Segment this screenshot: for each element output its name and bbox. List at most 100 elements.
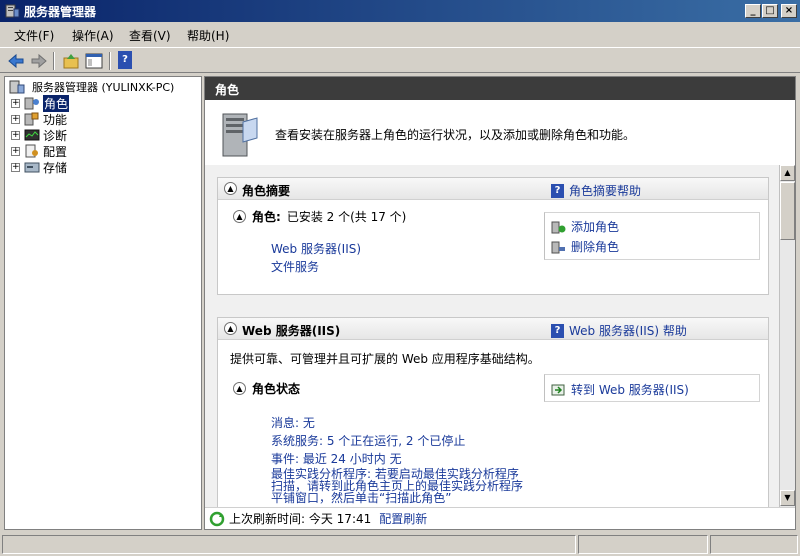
messages-link[interactable]: 消息: 无 [271, 414, 315, 431]
remove-roles-icon [551, 241, 565, 253]
tree-root-server-manager[interactable]: 服务器管理器 (YULINXK-PC) [9, 79, 174, 95]
tree-item-label: 功能 [43, 112, 68, 127]
system-services-link[interactable]: 系统服务: 5 个正在运行, 2 个已停止 [271, 432, 465, 449]
forward-arrow-icon[interactable] [29, 51, 49, 71]
menu-bar: 文件(F) 操作(A) 查看(V) 帮助(H) [0, 24, 800, 46]
collapse-icon[interactable]: ▲ [224, 182, 237, 195]
tree-item-label: 角色 [43, 94, 70, 112]
expand-icon[interactable]: + [11, 130, 20, 140]
toolbar-separator [53, 52, 55, 70]
collapse-icon[interactable]: ▲ [233, 382, 246, 395]
menu-help[interactable]: 帮助(H) [187, 27, 229, 44]
configuration-icon [25, 144, 38, 158]
status-bar-cell [2, 535, 576, 554]
configure-refresh-link[interactable]: 配置刷新 [379, 510, 427, 527]
events-link[interactable]: 事件: 最近 24 小时内 无 [271, 450, 402, 467]
action-label: 添加角色 [571, 220, 620, 234]
tree-item-storage[interactable]: + 存储 [11, 159, 67, 175]
diagnostics-icon [24, 129, 40, 141]
role-link-web-server[interactable]: Web 服务器(IIS) [271, 240, 361, 257]
content-pane: 角色 查看安装在服务器上角色的运行状况，以及添加或删除角色和功能。 ▲ 角色摘要… [204, 76, 796, 530]
roles-installed-count: 已安装 2 个(共 17 个) [286, 210, 407, 224]
show-hide-console-tree-icon[interactable] [84, 51, 104, 71]
bpa-link-line3[interactable]: 平铺窗口，然后单击“扫描此角色” [271, 492, 451, 504]
help-link-label: 角色摘要帮助 [569, 184, 642, 198]
tree-item-roles[interactable]: + 角色 [11, 94, 70, 112]
minimize-button[interactable]: _ [745, 4, 761, 18]
status-bar-cell [578, 535, 708, 554]
expand-icon[interactable]: + [11, 98, 20, 108]
window-title: 服务器管理器 [24, 5, 97, 19]
goto-web-server-link[interactable]: 转到 Web 服务器(IIS) [551, 381, 689, 398]
tree-item-label: 诊断 [43, 128, 68, 143]
last-refresh-text: 上次刷新时间: 今天 17:41 [229, 512, 372, 526]
roles-label: 角色: [252, 210, 281, 224]
roles-summary-help-link[interactable]: ? 角色摘要帮助 [551, 182, 641, 199]
up-folder-icon[interactable] [61, 51, 81, 71]
collapse-icon[interactable]: ▲ [233, 210, 246, 223]
tree-root-label: 服务器管理器 (YULINXK-PC) [32, 81, 175, 94]
page-title: 角色 [205, 77, 795, 100]
title-bar: 服务器管理器 _ □ × [0, 0, 800, 22]
menu-action[interactable]: 操作(A) [72, 27, 114, 44]
section-title: Web 服务器(IIS) [242, 324, 341, 338]
toolbar-separator [109, 52, 111, 70]
refresh-icon[interactable] [209, 511, 225, 527]
action-label: 转到 Web 服务器(IIS) [571, 383, 689, 397]
menu-file[interactable]: 文件(F) [14, 27, 54, 44]
expand-icon[interactable]: + [11, 114, 20, 124]
tree-item-label: 配置 [43, 144, 68, 159]
section-header: ▲ Web 服务器(IIS) ? Web 服务器(IIS) 帮助 [218, 318, 768, 340]
toolbar: ? [0, 47, 800, 73]
expand-icon[interactable]: + [11, 146, 20, 156]
scroll-thumb[interactable] [780, 182, 795, 240]
expand-icon[interactable]: + [11, 162, 20, 172]
roles-actions-panel: 添加角色 删除角色 [544, 212, 760, 260]
web-server-description: 提供可靠、可管理并且可扩展的 Web 应用程序基础结构。 [230, 352, 540, 366]
console-tree: 服务器管理器 (YULINXK-PC) + 角色 + 功能 + 诊断 + 配置 [4, 76, 202, 530]
tree-item-label: 存储 [43, 160, 68, 175]
roles-icon [24, 97, 39, 110]
collapse-icon[interactable]: ▲ [224, 322, 237, 335]
back-arrow-icon[interactable] [6, 51, 26, 71]
description-area: 查看安装在服务器上角色的运行状况，以及添加或删除角色和功能。 [205, 101, 779, 165]
add-roles-link[interactable]: 添加角色 [551, 218, 619, 235]
goto-icon [551, 384, 565, 395]
tree-item-diagnostics[interactable]: + 诊断 [11, 127, 67, 143]
help-icon[interactable]: ? [118, 51, 132, 69]
maximize-button[interactable]: □ [762, 4, 778, 18]
role-status-title: 角色状态 [252, 382, 301, 396]
help-link-label: Web 服务器(IIS) 帮助 [569, 324, 687, 338]
server-manager-icon [5, 4, 20, 18]
server-roles-icon [222, 113, 258, 157]
roles-subheader: ▲ 角色: 已安装 2 个(共 17 个) [233, 208, 406, 225]
close-button[interactable]: × [781, 4, 797, 18]
action-label: 删除角色 [571, 240, 620, 254]
help-icon: ? [551, 183, 564, 198]
roles-summary-section: ▲ 角色摘要 ? 角色摘要帮助 ▲ 角色: 已安装 2 个(共 17 个) We… [217, 177, 769, 295]
server-icon [9, 80, 25, 94]
roles-scroll-area: ▲ 角色摘要 ? 角色摘要帮助 ▲ 角色: 已安装 2 个(共 17 个) We… [205, 165, 779, 517]
web-server-section: ▲ Web 服务器(IIS) ? Web 服务器(IIS) 帮助 提供可靠、可管… [217, 317, 769, 517]
section-title: 角色摘要 [242, 184, 291, 198]
add-roles-icon [551, 221, 566, 233]
features-icon [24, 112, 39, 126]
menu-view[interactable]: 查看(V) [129, 27, 171, 44]
refresh-status-line: 上次刷新时间: 今天 17:41 配置刷新 [205, 507, 795, 529]
storage-icon [24, 162, 40, 173]
status-bar [0, 533, 800, 556]
scroll-down-arrow-icon[interactable]: ▼ [780, 490, 795, 506]
vertical-scrollbar[interactable]: ▲ ▼ [779, 165, 795, 507]
page-description: 查看安装在服务器上角色的运行状况，以及添加或删除角色和功能。 [275, 128, 636, 142]
role-status-subheader: ▲ 角色状态 [233, 380, 300, 397]
status-bar-cell [710, 535, 798, 554]
section-header: ▲ 角色摘要 ? 角色摘要帮助 [218, 178, 768, 200]
tree-item-features[interactable]: + 功能 [11, 111, 67, 127]
remove-roles-link[interactable]: 删除角色 [551, 238, 619, 255]
scroll-up-arrow-icon[interactable]: ▲ [780, 165, 795, 181]
web-server-actions-panel: 转到 Web 服务器(IIS) [544, 374, 760, 402]
help-icon: ? [551, 323, 564, 338]
tree-item-configuration[interactable]: + 配置 [11, 143, 67, 159]
role-link-file-services[interactable]: 文件服务 [271, 258, 319, 275]
web-server-help-link[interactable]: ? Web 服务器(IIS) 帮助 [551, 322, 687, 339]
